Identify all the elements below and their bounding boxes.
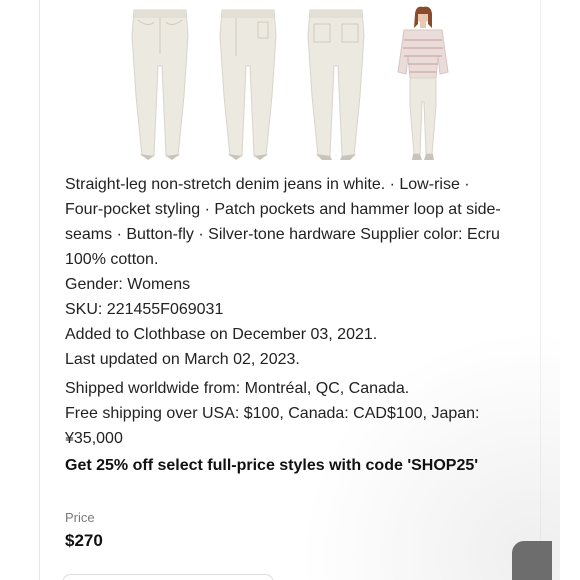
product-image-gallery: [126, 6, 456, 162]
shipping-info: Shipped worldwide from: Montréal, QC, Ca…: [65, 376, 530, 451]
description-line: Straight-leg non-stretch denim jeans in …: [65, 176, 470, 193]
model-photo[interactable]: [392, 6, 454, 162]
jeans-side-photo[interactable]: [214, 6, 282, 162]
jeans-front-photo[interactable]: [126, 6, 194, 162]
description-line: Four-pocket styling · Patch pockets and …: [65, 201, 501, 218]
description-line: 100% cotton.: [65, 251, 159, 268]
added-date-info: Added to Clothbase on December 03, 2021.: [65, 326, 378, 343]
product-detail-page: Straight-leg non-stretch denim jeans in …: [0, 0, 580, 580]
description-line: seams · Button-fly · Silver-tone hardwar…: [65, 226, 500, 243]
floating-action-button[interactable]: [512, 541, 552, 580]
bottom-action-button[interactable]: [62, 574, 274, 580]
gender-info: Gender: Womens: [65, 276, 191, 293]
updated-date-info: Last updated on March 02, 2023.: [65, 351, 300, 368]
product-description: Straight-leg non-stretch denim jeans in …: [65, 172, 530, 372]
jeans-back-photo[interactable]: [302, 6, 370, 162]
shipping-origin: Shipped worldwide from: Montréal, QC, Ca…: [65, 380, 410, 397]
left-divider: [39, 0, 40, 580]
price-label: Price: [65, 510, 95, 525]
sku-info: SKU: 221455F069031: [65, 301, 224, 318]
free-shipping-line: ¥35,000: [65, 430, 123, 447]
free-shipping-line: Free shipping over USA: $100, Canada: CA…: [65, 405, 480, 422]
price-value: $270: [65, 531, 103, 550]
promo-code-banner: Get 25% off select full-price styles wit…: [65, 457, 479, 474]
